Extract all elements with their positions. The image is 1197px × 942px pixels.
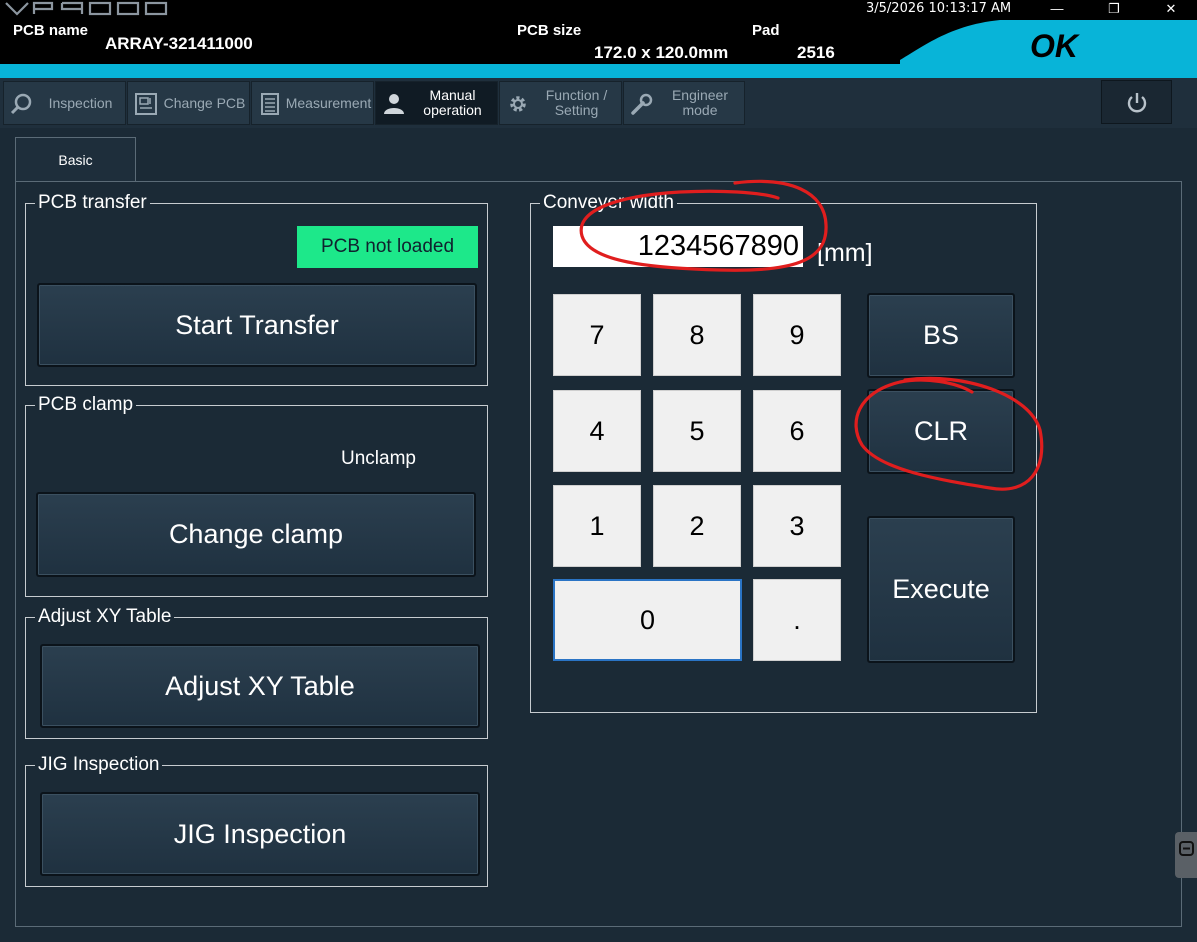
- adjust-xy-group: Adjust XY Table Adjust XY Table: [25, 606, 488, 739]
- key-9[interactable]: 9: [753, 294, 841, 376]
- jig-inspection-group: JIG Inspection JIG Inspection: [25, 754, 488, 887]
- nav-engineer-mode[interactable]: Engineer mode: [623, 81, 745, 125]
- key-8[interactable]: 8: [653, 294, 741, 376]
- pcb-icon: [135, 93, 157, 115]
- start-transfer-button[interactable]: Start Transfer: [37, 283, 477, 367]
- minimize-icon: —: [1050, 1, 1064, 16]
- content-area: Basic PCB transfer PCB not loaded Start …: [0, 128, 1197, 942]
- clear-button[interactable]: CLR: [867, 389, 1015, 474]
- nav-inspection[interactable]: Inspection: [3, 81, 126, 125]
- magnifier-icon: [10, 93, 32, 115]
- execute-button[interactable]: Execute: [867, 516, 1015, 663]
- adjust-xy-title: Adjust XY Table: [35, 606, 175, 628]
- restore-icon: ❐: [1108, 1, 1120, 16]
- nav-inspection-label: Inspection: [48, 94, 113, 111]
- pcb-load-status: PCB not loaded: [297, 226, 478, 268]
- power-button[interactable]: [1101, 80, 1172, 124]
- conveyer-width-title: Conveyer width: [540, 192, 677, 214]
- nav-measurement-label: Measurement: [285, 94, 372, 111]
- key-0[interactable]: 0: [553, 579, 742, 661]
- key-decimal[interactable]: .: [753, 579, 841, 661]
- pad-value: 2516: [797, 43, 835, 62]
- wrench-icon: [631, 93, 653, 115]
- nav-engineer-mode-label: Engineer mode: [671, 87, 729, 118]
- main-nav: Inspection Change PCB Measurement Manual…: [0, 78, 1197, 128]
- nav-change-pcb-label: Change PCB: [163, 94, 246, 111]
- pcb-name-label: PCB name: [13, 22, 89, 39]
- jig-inspection-button[interactable]: JIG Inspection: [40, 792, 480, 876]
- nav-change-pcb[interactable]: Change PCB: [127, 81, 250, 125]
- handle-icon: [1179, 841, 1194, 856]
- conveyer-width-group: Conveyer width 1234567890 [mm] 7 8 9 4 5…: [530, 192, 1037, 713]
- key-4[interactable]: 4: [553, 390, 641, 472]
- tab-basic[interactable]: Basic: [15, 137, 136, 182]
- power-icon: [1127, 93, 1147, 113]
- close-icon: ✕: [1165, 1, 1177, 16]
- conveyer-width-unit: [mm]: [817, 239, 873, 267]
- conveyer-width-input[interactable]: 1234567890: [553, 226, 803, 267]
- document-list-icon: [261, 93, 279, 115]
- nav-function-setting[interactable]: Function / Setting: [499, 81, 622, 125]
- nav-manual-operation[interactable]: Manual operation: [375, 81, 498, 125]
- backspace-button[interactable]: BS: [867, 293, 1015, 378]
- clamp-status: Unclamp: [341, 448, 416, 469]
- pad-label: Pad: [752, 22, 780, 39]
- key-6[interactable]: 6: [753, 390, 841, 472]
- close-window-button[interactable]: ✕: [1143, 0, 1197, 18]
- key-3[interactable]: 3: [753, 485, 841, 567]
- pcb-transfer-group: PCB transfer PCB not loaded Start Transf…: [25, 192, 488, 386]
- adjust-xy-table-button[interactable]: Adjust XY Table: [40, 644, 480, 728]
- gear-icon: [510, 96, 526, 112]
- key-1[interactable]: 1: [553, 485, 641, 567]
- inspection-status: OK: [1030, 28, 1078, 64]
- datetime: 3/5/2026 10:13:17 AM: [866, 1, 1012, 16]
- nav-function-setting-label: Function / Setting: [545, 87, 608, 118]
- restore-button[interactable]: ❐: [1086, 0, 1142, 18]
- title-strip: 3/5/2026 10:13:17 AM — ❐ ✕: [0, 0, 1197, 18]
- minimize-button[interactable]: —: [1029, 0, 1085, 18]
- change-clamp-button[interactable]: Change clamp: [36, 492, 476, 577]
- key-2[interactable]: 2: [653, 485, 741, 567]
- nav-manual-operation-label: Manual operation: [423, 87, 482, 118]
- vp9000-logo: [5, 1, 168, 16]
- person-icon: [384, 94, 404, 114]
- side-panel-handle[interactable]: [1175, 832, 1197, 878]
- jig-inspection-title: JIG Inspection: [35, 754, 163, 776]
- pcb-size-label: PCB size: [517, 22, 582, 39]
- key-5[interactable]: 5: [653, 390, 741, 472]
- pcb-clamp-group: PCB clamp Unclamp Change clamp: [25, 394, 488, 597]
- pcb-clamp-title: PCB clamp: [35, 394, 137, 416]
- key-7[interactable]: 7: [553, 294, 641, 376]
- pcb-size-value: 172.0 x 120.0mm: [594, 43, 729, 62]
- nav-measurement[interactable]: Measurement: [251, 81, 374, 125]
- pcb-transfer-title: PCB transfer: [35, 192, 150, 214]
- header: PCB name ARRAY-321411000 PCB size 172.0 …: [0, 18, 1197, 78]
- pcb-name-value: ARRAY-321411000: [105, 34, 253, 53]
